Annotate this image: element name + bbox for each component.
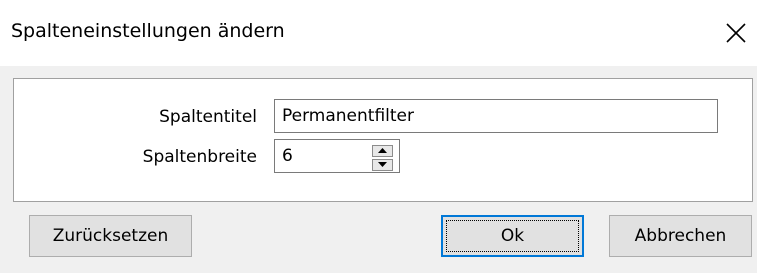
spin-down-button[interactable] — [372, 159, 393, 171]
close-button[interactable] — [720, 17, 752, 49]
close-icon — [726, 23, 746, 43]
settings-panel: Spaltentitel Spaltenbreite — [13, 78, 753, 202]
column-width-spinner — [274, 139, 400, 173]
column-title-input[interactable] — [274, 99, 718, 133]
column-width-input[interactable] — [275, 140, 365, 172]
spin-up-icon — [378, 148, 387, 153]
column-settings-dialog: Spalteneinstellungen ändern Spaltentitel… — [0, 0, 757, 273]
focus-ring — [446, 220, 579, 252]
spin-up-button[interactable] — [372, 145, 393, 157]
ok-button[interactable]: Ok — [441, 215, 584, 257]
spin-down-icon — [378, 162, 387, 167]
column-width-label: Spaltenbreite — [142, 147, 257, 167]
reset-button[interactable]: Zurücksetzen — [29, 215, 192, 257]
column-title-label: Spaltentitel — [159, 107, 257, 127]
dialog-title: Spalteneinstellungen ändern — [11, 20, 285, 42]
cancel-button[interactable]: Abbrechen — [609, 215, 752, 257]
title-bar: Spalteneinstellungen ändern — [0, 0, 757, 66]
